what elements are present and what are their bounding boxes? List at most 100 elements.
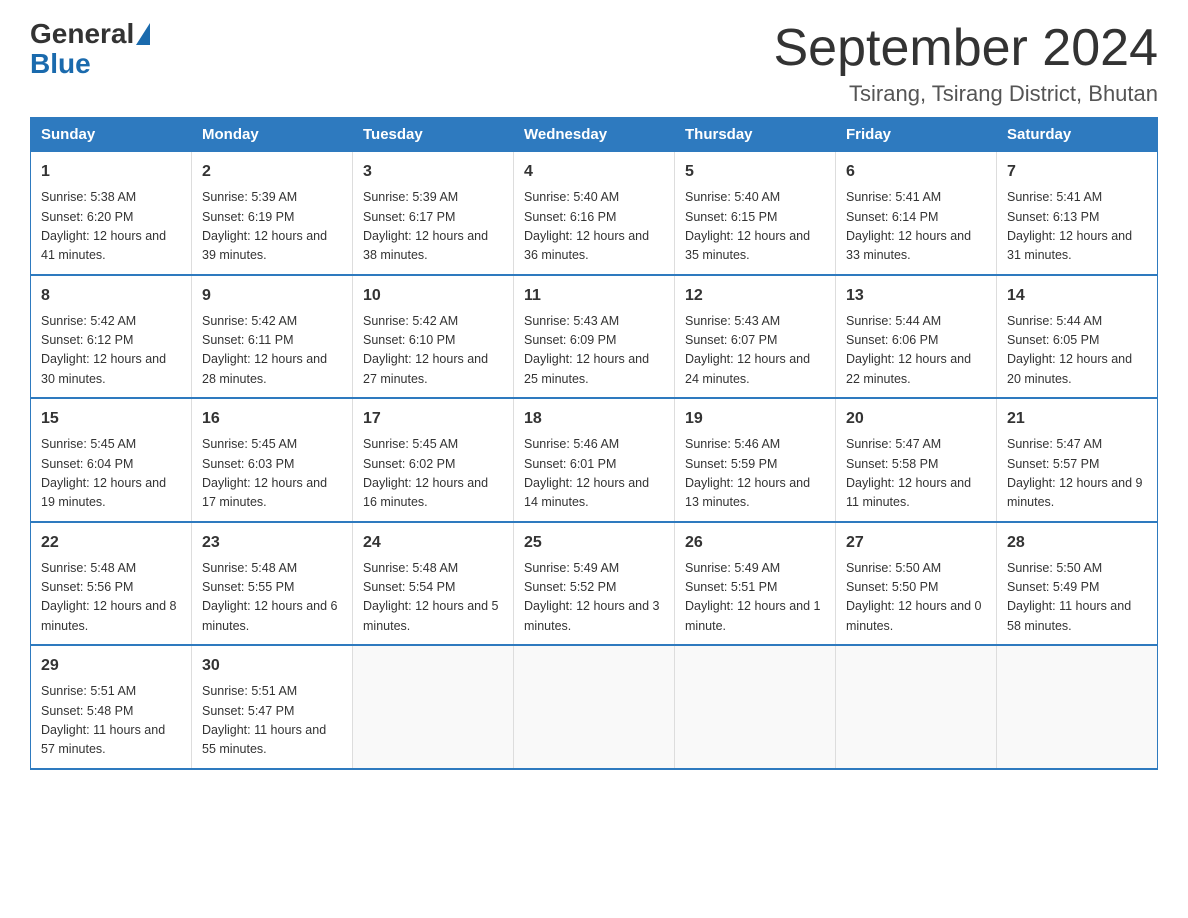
sunrise-text: Sunrise: 5:46 AM: [685, 437, 780, 451]
sunrise-text: Sunrise: 5:42 AM: [202, 314, 297, 328]
sunrise-text: Sunrise: 5:48 AM: [202, 561, 297, 575]
day-info: Sunrise: 5:45 AMSunset: 6:03 PMDaylight:…: [202, 435, 342, 513]
day-number: 2: [202, 160, 342, 184]
day-number: 12: [685, 284, 825, 308]
sunrise-text: Sunrise: 5:50 AM: [1007, 561, 1102, 575]
day-info: Sunrise: 5:44 AMSunset: 6:06 PMDaylight:…: [846, 312, 986, 390]
table-row: 26 Sunrise: 5:49 AM Sunset: 5:51 PM Dayligh…: [675, 522, 836, 646]
sunrise-text: Sunrise: 5:39 AM: [202, 190, 297, 204]
day-number: 8: [41, 284, 181, 308]
table-row: 15Sunrise: 5:45 AMSunset: 6:04 PMDayligh…: [31, 398, 192, 522]
daylight-text: Daylight: 12 hours and 5 minutes.: [363, 599, 499, 632]
sunset-text: Sunset: 5:48 PM: [41, 704, 133, 718]
daylight-text: Daylight: 12 hours and 14 minutes.: [524, 476, 649, 509]
table-row: 4 Sunrise: 5:40 AMSunset: 6:16 PMDaylight…: [514, 152, 675, 275]
day-number: 17: [363, 407, 503, 431]
sunset-text: Sunset: 6:04 PM: [41, 457, 133, 471]
sunset-text: Sunset: 5:56 PM: [41, 580, 133, 594]
sunrise-text: Sunrise: 5:48 AM: [41, 561, 136, 575]
sunset-text: Sunset: 5:55 PM: [202, 580, 294, 594]
sunrise-text: Sunrise: 5:39 AM: [363, 190, 458, 204]
daylight-text: Daylight: 11 hours and 57 minutes.: [41, 723, 165, 756]
daylight-text: Daylight: 11 hours and 55 minutes.: [202, 723, 326, 756]
sunrise-text: Sunrise: 5:43 AM: [524, 314, 619, 328]
sunrise-text: Sunrise: 5:42 AM: [363, 314, 458, 328]
daylight-text: Daylight: 12 hours and 22 minutes.: [846, 352, 971, 385]
day-number: 28: [1007, 531, 1147, 555]
daylight-text: Daylight: 12 hours and 1 minute.: [685, 599, 821, 632]
logo-general-text: General: [30, 20, 134, 48]
daylight-text: Daylight: 12 hours and 8 minutes.: [41, 599, 177, 632]
daylight-text: Daylight: 12 hours and 31 minutes.: [1007, 229, 1132, 262]
table-row: 14Sunrise: 5:44 AMSunset: 6:05 PMDayligh…: [997, 275, 1158, 399]
daylight-text: Daylight: 12 hours and 6 minutes.: [202, 599, 338, 632]
table-row: [514, 645, 675, 769]
day-number: 27: [846, 531, 986, 555]
daylight-text: Daylight: 12 hours and 0 minutes.: [846, 599, 982, 632]
calendar-week-row: 29 Sunrise: 5:51 AMSunset: 5:48 PMDayligh…: [31, 645, 1158, 769]
calendar-subtitle: Tsirang, Tsirang District, Bhutan: [774, 81, 1159, 107]
day-info: Sunrise: 5:46 AMSunset: 6:01 PMDaylight:…: [524, 435, 664, 513]
sunset-text: Sunset: 6:05 PM: [1007, 333, 1099, 347]
daylight-text: Daylight: 12 hours and 16 minutes.: [363, 476, 488, 509]
day-info: Sunrise: 5:50 AMSunset: 5:49 PMDaylight:…: [1007, 559, 1147, 637]
table-row: 5 Sunrise: 5:40 AMSunset: 6:15 PMDaylight…: [675, 152, 836, 275]
day-number: 21: [1007, 407, 1147, 431]
day-info: Sunrise: 5:47 AMSunset: 5:58 PMDaylight:…: [846, 435, 986, 513]
table-row: 29 Sunrise: 5:51 AMSunset: 5:48 PMDayligh…: [31, 645, 192, 769]
calendar-table: Sunday Monday Tuesday Wednesday Thursday…: [30, 117, 1158, 770]
sunset-text: Sunset: 6:12 PM: [41, 333, 133, 347]
title-section: September 2024 Tsirang, Tsirang District…: [774, 20, 1159, 107]
sunrise-text: Sunrise: 5:40 AM: [685, 190, 780, 204]
table-row: [675, 645, 836, 769]
logo-blue-text: Blue: [30, 48, 91, 79]
table-row: [836, 645, 997, 769]
day-info: Sunrise: 5:40 AMSunset: 6:16 PMDaylight:…: [524, 188, 664, 266]
sunset-text: Sunset: 5:51 PM: [685, 580, 777, 594]
day-number: 25: [524, 531, 664, 555]
sunrise-text: Sunrise: 5:48 AM: [363, 561, 458, 575]
day-number: 4: [524, 160, 664, 184]
table-row: 2 Sunrise: 5:39 AMSunset: 6:19 PMDaylight…: [192, 152, 353, 275]
day-info: Sunrise: 5:48 AM Sunset: 5:54 PM Daylight:…: [363, 559, 503, 637]
sunrise-text: Sunrise: 5:47 AM: [846, 437, 941, 451]
day-info: Sunrise: 5:43 AMSunset: 6:07 PMDaylight:…: [685, 312, 825, 390]
sunset-text: Sunset: 5:57 PM: [1007, 457, 1099, 471]
table-row: 23 Sunrise: 5:48 AM Sunset: 5:55 PM Dayligh…: [192, 522, 353, 646]
col-tuesday: Tuesday: [353, 118, 514, 152]
day-info: Sunrise: 5:42 AMSunset: 6:10 PMDaylight:…: [363, 312, 503, 390]
day-number: 11: [524, 284, 664, 308]
calendar-title: September 2024: [774, 20, 1159, 77]
sunrise-text: Sunrise: 5:45 AM: [41, 437, 136, 451]
daylight-text: Daylight: 12 hours and 13 minutes.: [685, 476, 810, 509]
col-wednesday: Wednesday: [514, 118, 675, 152]
daylight-text: Daylight: 12 hours and 25 minutes.: [524, 352, 649, 385]
sunset-text: Sunset: 6:01 PM: [524, 457, 616, 471]
table-row: 21Sunrise: 5:47 AMSunset: 5:57 PMDayligh…: [997, 398, 1158, 522]
table-row: 9Sunrise: 5:42 AMSunset: 6:11 PMDaylight…: [192, 275, 353, 399]
col-saturday: Saturday: [997, 118, 1158, 152]
day-info: Sunrise: 5:39 AMSunset: 6:19 PMDaylight:…: [202, 188, 342, 266]
day-info: Sunrise: 5:51 AMSunset: 5:48 PMDaylight:…: [41, 682, 181, 760]
sunrise-text: Sunrise: 5:49 AM: [685, 561, 780, 575]
day-number: 29: [41, 654, 181, 678]
day-number: 6: [846, 160, 986, 184]
day-number: 19: [685, 407, 825, 431]
sunset-text: Sunset: 6:17 PM: [363, 210, 455, 224]
day-number: 5: [685, 160, 825, 184]
day-number: 14: [1007, 284, 1147, 308]
table-row: 19Sunrise: 5:46 AMSunset: 5:59 PMDayligh…: [675, 398, 836, 522]
day-number: 23: [202, 531, 342, 555]
day-info: Sunrise: 5:43 AMSunset: 6:09 PMDaylight:…: [524, 312, 664, 390]
sunrise-text: Sunrise: 5:45 AM: [363, 437, 458, 451]
day-info: Sunrise: 5:45 AMSunset: 6:02 PMDaylight:…: [363, 435, 503, 513]
daylight-text: Daylight: 12 hours and 41 minutes.: [41, 229, 166, 262]
day-number: 26: [685, 531, 825, 555]
day-info: Sunrise: 5:40 AMSunset: 6:15 PMDaylight:…: [685, 188, 825, 266]
day-info: Sunrise: 5:48 AM Sunset: 5:56 PM Daylight:…: [41, 559, 181, 637]
sunset-text: Sunset: 5:54 PM: [363, 580, 455, 594]
table-row: [997, 645, 1158, 769]
table-row: 6Sunrise: 5:41 AMSunset: 6:14 PMDaylight…: [836, 152, 997, 275]
day-number: 7: [1007, 160, 1147, 184]
table-row: 28 Sunrise: 5:50 AMSunset: 5:49 PMDayligh…: [997, 522, 1158, 646]
